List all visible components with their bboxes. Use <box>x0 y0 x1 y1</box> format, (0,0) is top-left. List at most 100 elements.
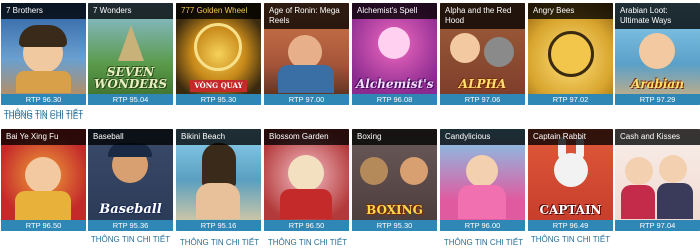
game-grid: 7 Brothers RTP 96.30 THÔNG TIN CHI TIẾT … <box>0 0 700 248</box>
character-hair <box>19 25 67 47</box>
game-card[interactable]: ALPHA Alpha and the Red Hood RTP 97.06 <box>440 3 525 105</box>
character-face <box>25 157 61 193</box>
character-body <box>458 185 506 219</box>
game-thumbnail[interactable]: Angry Bees RTP 97.02 <box>528 3 613 105</box>
game-card[interactable]: Blossom Garden RTP 96.50 <box>264 129 349 231</box>
game-card[interactable]: BOXING Boxing RTP 95.30 <box>352 129 437 231</box>
game-title: Baseball <box>88 129 173 145</box>
game-card[interactable]: Baseball Baseball RTP 95.36 THÔNG TIN CH… <box>88 129 173 245</box>
rtp-badge: RTP 95.36 <box>88 220 173 231</box>
game-title: Angry Bees <box>528 3 613 19</box>
game-title: Bikini Beach <box>176 129 261 145</box>
character-body <box>621 185 655 219</box>
boxer-face <box>400 157 428 185</box>
character-body <box>16 71 71 93</box>
character-face <box>659 155 687 183</box>
game-card[interactable]: VÒNG QUAY 777 Golden Wheel RTP 95.30 <box>176 3 261 105</box>
game-thumbnail[interactable]: SEVEN WONDERS 7 Wonders RTP 95.04 <box>88 3 173 105</box>
game-title: 7 Wonders <box>88 3 173 19</box>
game-title: Captain Rabbit <box>528 129 613 145</box>
game-thumbnail[interactable]: Bikini Beach RTP 95.16 <box>176 129 261 231</box>
game-thumbnail[interactable]: ALPHA Alpha and the Red Hood RTP 97.06 <box>440 3 525 105</box>
pyramid-shape <box>118 25 144 61</box>
rtp-badge: RTP 96.50 <box>264 220 349 231</box>
game-card[interactable]: Cash and Kisses RTP 97.04 <box>615 129 700 231</box>
game-logo: SEVEN WONDERS <box>93 65 168 91</box>
detail-link[interactable]: THÔNG TIN CHI TIẾT <box>88 234 173 245</box>
game-title: Cash and Kisses <box>615 129 700 145</box>
rtp-badge: RTP 97.02 <box>528 94 613 105</box>
game-thumbnail[interactable]: VÒNG QUAY 777 Golden Wheel RTP 95.30 <box>176 3 261 105</box>
game-logo: BOXING <box>366 203 423 217</box>
game-title: Alpha and the Red Hood <box>440 3 525 29</box>
rtp-badge: RTP 95.04 <box>88 94 173 105</box>
character-face <box>450 33 480 63</box>
rtp-badge: RTP 95.30 <box>176 94 261 105</box>
character-face <box>288 155 324 191</box>
game-title: Arabian Loot: Ultimate Ways <box>615 3 700 29</box>
game-thumbnail[interactable]: Baseball Baseball RTP 95.36 <box>88 129 173 231</box>
game-card[interactable]: Bikini Beach RTP 95.16 <box>176 129 261 231</box>
game-logo: Baseball <box>99 202 162 217</box>
game-thumbnail[interactable]: Arabian Arabian Loot: Ultimate Ways RTP … <box>615 3 700 105</box>
detail-link[interactable]: THÔNG TIN CHI TIẾT <box>528 234 613 245</box>
character-face <box>625 157 653 185</box>
game-thumbnail[interactable]: 7 Brothers RTP 96.30 <box>1 3 86 105</box>
game-logo: CAPTAIN <box>539 203 602 217</box>
character-body <box>657 183 693 219</box>
game-thumbnail[interactable]: BOXING Boxing RTP 95.30 <box>352 129 437 231</box>
rtp-badge: RTP 96.49 <box>528 220 613 231</box>
character-hair <box>202 143 236 187</box>
game-card[interactable]: Alchemist's Alchemist's Spell RTP 96.08 <box>352 3 437 105</box>
wolf-face <box>484 37 514 67</box>
detail-link[interactable]: THÔNG TIN CHI TIẾT <box>176 237 263 248</box>
game-logo: Arabian <box>631 77 684 91</box>
game-card[interactable]: Arabian Arabian Loot: Ultimate Ways RTP … <box>615 3 700 105</box>
magic-orb <box>378 27 410 59</box>
game-card[interactable]: Age of Ronin: Mega Reels RTP 97.00 <box>264 3 349 105</box>
game-title: Alchemist's Spell <box>352 3 437 19</box>
rtp-badge: RTP 96.50 <box>1 220 86 231</box>
game-thumbnail[interactable]: Cash and Kisses RTP 97.04 <box>615 129 700 231</box>
game-title: Age of Ronin: Mega Reels <box>264 3 349 29</box>
game-title: 777 Golden Wheel <box>176 3 261 19</box>
baseball-cap <box>108 143 152 157</box>
character-face <box>639 33 675 69</box>
boxer-face <box>360 157 388 185</box>
game-card[interactable]: SEVEN WONDERS 7 Wonders RTP 95.04 <box>88 3 173 105</box>
rtp-badge: RTP 96.08 <box>352 94 437 105</box>
game-thumbnail[interactable]: Candylicious RTP 96.00 <box>440 129 525 231</box>
game-thumbnail[interactable]: Bai Ye Xing Fu RTP 96.50 <box>1 129 86 231</box>
detail-link[interactable]: THÔNG TIN CHI TIẾT <box>440 237 527 248</box>
bee-character <box>548 31 594 77</box>
game-card[interactable]: Candylicious RTP 96.00 <box>440 129 525 231</box>
detail-link[interactable]: THÔNG TIN CHI TIẾT <box>0 111 87 122</box>
game-title: Blossom Garden <box>264 129 349 145</box>
golden-wheel <box>194 23 242 71</box>
rtp-badge: RTP 95.16 <box>176 220 261 231</box>
game-card[interactable]: Bai Ye Xing Fu RTP 96.50 <box>1 129 86 231</box>
game-card[interactable]: Angry Bees RTP 97.02 <box>528 3 613 105</box>
game-card[interactable]: CAPTAIN Captain Rabbit RTP 96.49 THÔNG T… <box>528 129 613 245</box>
game-logo: Alchemist's <box>356 77 434 91</box>
game-title: 7 Brothers <box>1 3 86 19</box>
detail-link[interactable]: THÔNG TIN CHI TIẾT <box>264 237 351 248</box>
character-body <box>280 189 332 219</box>
character-body <box>278 65 334 93</box>
rtp-badge: RTP 97.00 <box>264 94 349 105</box>
game-title: Bai Ye Xing Fu <box>1 129 86 145</box>
game-title: Candylicious <box>440 129 525 145</box>
character-body <box>196 183 240 219</box>
game-thumbnail[interactable]: Alchemist's Alchemist's Spell RTP 96.08 <box>352 3 437 105</box>
rtp-badge: RTP 95.30 <box>352 220 437 231</box>
rtp-badge: RTP 96.30 <box>1 94 86 105</box>
character-body <box>15 191 71 221</box>
game-logo: ALPHA <box>458 77 507 91</box>
game-logo: VÒNG QUAY <box>190 80 247 92</box>
game-thumbnail[interactable]: Blossom Garden RTP 96.50 <box>264 129 349 231</box>
rtp-badge: RTP 96.00 <box>440 220 525 231</box>
game-thumbnail[interactable]: Age of Ronin: Mega Reels RTP 97.00 <box>264 3 349 105</box>
game-card[interactable]: 7 Brothers RTP 96.30 THÔNG TIN CHI TIẾT <box>1 3 86 119</box>
character-face <box>288 35 322 69</box>
game-thumbnail[interactable]: CAPTAIN Captain Rabbit RTP 96.49 <box>528 129 613 231</box>
